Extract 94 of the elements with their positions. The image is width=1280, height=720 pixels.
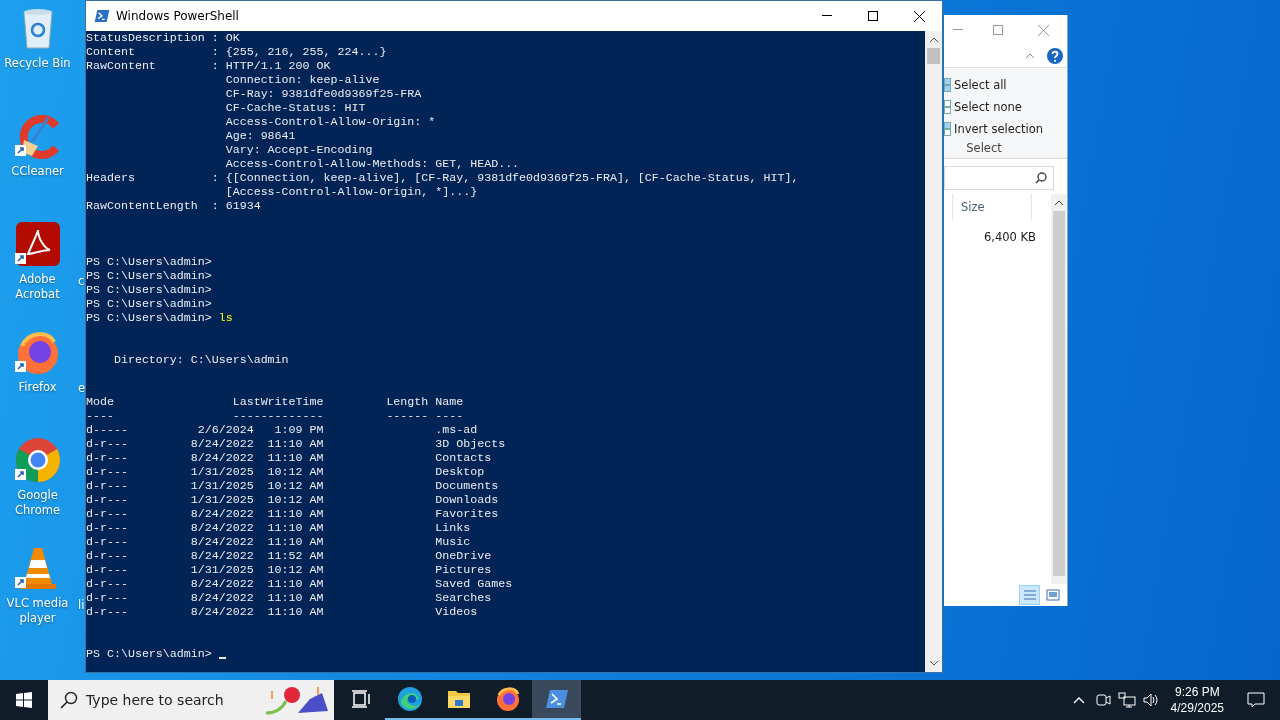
- prompt-text: PS C:\Users\admin>: [86, 269, 212, 282]
- scrollbar[interactable]: [1051, 194, 1067, 584]
- console-line: d-r--- 8/24/2022 11:10 AM Links: [86, 521, 472, 535]
- console-line: Access-Control-Allow-Methods: GET, HEAD...: [224, 157, 521, 171]
- minimize-icon: [953, 29, 963, 31]
- search-icon: [60, 691, 78, 709]
- desktop-icon-label[interactable]: c: [78, 274, 85, 288]
- prompt-text: PS C:\Users\admin>: [86, 647, 212, 660]
- task-view-icon: [350, 690, 371, 708]
- file-size: 6,400 KB: [984, 230, 1036, 244]
- console-line: d-r--- 8/24/2022 11:10 AM Videos: [86, 605, 479, 619]
- desktop-icon-label[interactable]: Recycle Bin: [1, 56, 74, 71]
- firefox-icon: [494, 686, 521, 712]
- maximize-icon: [992, 25, 1003, 35]
- ribbon-group-label: Select: [965, 141, 1003, 155]
- desktop-icon-label[interactable]: li: [78, 598, 85, 612]
- window-title: Windows PowerShell: [116, 9, 240, 23]
- console-line: d-r--- 8/24/2022 11:10 AM Music: [86, 535, 472, 549]
- console-line: d-r--- 8/24/2022 11:10 AM Searches: [86, 591, 493, 605]
- desktop-icon-label[interactable]: Adobe Acrobat: [1, 272, 74, 302]
- console-line: StatusDescription : OK: [86, 31, 241, 45]
- scroll-up-icon[interactable]: [929, 37, 938, 42]
- speech-bubble-icon: [1247, 692, 1265, 708]
- broom-icon: [13, 112, 62, 160]
- acrobat-icon: [13, 220, 62, 268]
- console-line: d----- 2/6/2024 1:09 PM .ms-ad: [86, 423, 479, 437]
- powershell-icon: [544, 689, 569, 709]
- console-line: d-r--- 1/31/2025 10:12 AM Pictures: [86, 563, 493, 577]
- console-line: Age: 98641: [224, 129, 297, 143]
- ribbon-item[interactable]: Invert selection: [944, 118, 1067, 140]
- desktop-icon-label[interactable]: e: [78, 381, 86, 395]
- prompt-text: PS C:\Users\admin>: [86, 255, 212, 268]
- scroll-thumb[interactable]: [1053, 211, 1065, 576]
- prompt-text: PS C:\Users\admin>: [86, 283, 212, 296]
- search-field[interactable]: Type here to search: [48, 680, 334, 720]
- prompt-text: PS C:\Users\admin>: [86, 311, 212, 324]
- scroll-down-icon[interactable]: [929, 661, 938, 666]
- caret-icon: [1072, 696, 1085, 704]
- details-view-icon: [1022, 589, 1037, 601]
- large-icons-view-icon: [1045, 589, 1060, 601]
- clock-date: 4/29/2025: [1170, 700, 1224, 716]
- ribbon-item[interactable]: Select all: [944, 74, 1067, 96]
- desktop-icon-label[interactable]: Google Chrome: [1, 488, 74, 518]
- scrollbar[interactable]: [925, 31, 942, 672]
- console-line: ---- ------------- ------ ----: [86, 409, 465, 423]
- camera-icon: [1094, 692, 1111, 708]
- chrome-icon: [13, 436, 62, 484]
- checkbox-list-icon: [944, 78, 951, 92]
- caret-icon[interactable]: [1025, 53, 1035, 59]
- console-line: Directory: C:\Users\admin: [112, 353, 290, 367]
- console-line: Headers : {[Connection, keep-alive], [CF-Ray, 9381dfe0d9369f25-FRA], [CF-Cache-Status, HIT],: [86, 171, 800, 185]
- close-icon: [1037, 24, 1049, 36]
- help-icon[interactable]: [1047, 48, 1063, 64]
- console-line: Mode LastWriteTime Length Name: [86, 395, 465, 409]
- console-line: Content : {255, 216, 255, 224...}: [86, 45, 388, 59]
- clock[interactable]: 9:26 PM 4/29/2025: [1162, 684, 1232, 716]
- desktop-icon-label[interactable]: CCleaner: [1, 164, 74, 179]
- close-icon: [913, 10, 925, 22]
- folder-icon: [446, 688, 471, 710]
- search-field[interactable]: [944, 166, 1054, 190]
- console-line: d-r--- 8/24/2022 11:10 AM Contacts: [86, 451, 493, 465]
- ribbon-item[interactable]: Select none: [944, 96, 1067, 118]
- search-placeholder: Type here to search: [86, 692, 225, 708]
- column-header[interactable]: Size: [952, 194, 1032, 220]
- console-line: RawContentLength : 61934: [86, 199, 262, 213]
- edge-icon: [396, 686, 423, 712]
- minimize-icon: [822, 15, 832, 17]
- console-line: d-r--- 8/24/2022 11:10 AM Saved Games: [86, 577, 514, 591]
- console-line: Vary: Accept-Encoding: [224, 143, 374, 157]
- speaker-icon: [1141, 692, 1160, 708]
- console-line: CF-Ray: 9381dfe0d9369f25-FRA: [224, 87, 423, 101]
- console-line: d-r--- 1/31/2025 10:12 AM Documents: [86, 479, 500, 493]
- prompt-text: PS C:\Users\admin>: [86, 297, 212, 310]
- console-line: d-r--- 8/24/2022 11:10 AM Favorites: [86, 507, 500, 521]
- console-line: d-r--- 8/24/2022 11:10 AM 3D Objects: [86, 437, 507, 451]
- desktop-icon-label[interactable]: Firefox: [1, 380, 74, 395]
- console-line: RawContent : HTTP/1.1 200 OK: [86, 59, 332, 73]
- console-line: Access-Control-Allow-Origin: *: [224, 115, 437, 129]
- clock-time: 9:26 PM: [1174, 684, 1220, 700]
- windows-logo-icon: [16, 692, 32, 708]
- console-line: d-r--- 1/31/2025 10:12 AM Downloads: [86, 493, 500, 507]
- desktop-icon-label[interactable]: VLC media player: [1, 596, 74, 626]
- console-line: d-r--- 8/24/2022 11:52 AM OneDrive: [86, 549, 493, 563]
- scroll-up-icon[interactable]: [1055, 200, 1063, 205]
- console-line: Connection: keep-alive: [224, 73, 381, 87]
- console-line: d-r--- 1/31/2025 10:12 AM Desktop: [86, 465, 486, 479]
- scroll-thumb[interactable]: [927, 48, 940, 64]
- network-icon: [1117, 692, 1136, 708]
- search-icon: [1035, 172, 1047, 184]
- command-text: ls: [218, 311, 233, 324]
- powershell-icon: [94, 9, 110, 23]
- console-line: [Access-Control-Allow-Origin, *]...}: [224, 185, 479, 199]
- maximize-icon: [868, 11, 878, 21]
- console-line: CF-Cache-Status: HIT: [224, 101, 367, 115]
